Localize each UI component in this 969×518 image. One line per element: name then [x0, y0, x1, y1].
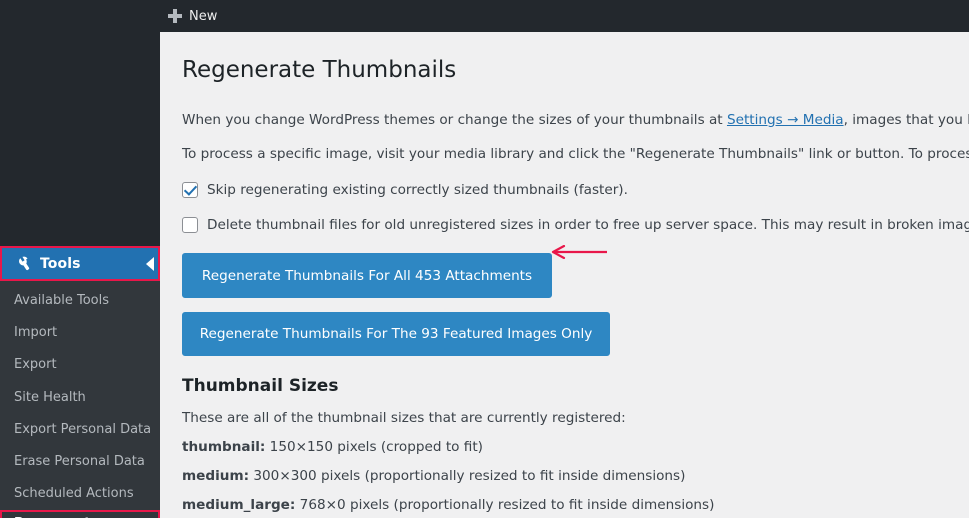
- sidebar-item-regenerate-thumbnails[interactable]: Regenerate Thumbnails: [0, 510, 160, 518]
- size-name: medium:: [182, 468, 250, 485]
- main-content: Regenerate Thumbnails When you change Wo…: [160, 32, 969, 518]
- sidebar-item-erase-personal-data[interactable]: Erase Personal Data: [0, 446, 160, 478]
- collapse-left-arrow-icon[interactable]: [146, 256, 154, 271]
- thumbnail-size-row: medium: 300×300 pixels (proportionally r…: [182, 468, 969, 484]
- thumbnail-size-row: thumbnail: 150×150 pixels (cropped to fi…: [182, 439, 969, 455]
- page-title: Regenerate Thumbnails: [182, 57, 457, 83]
- sidebar-item-tools-label: Tools: [40, 255, 81, 272]
- settings-media-link[interactable]: Settings → Media: [727, 112, 844, 128]
- admin-sidebar: Tools Available Tools Import Export Site…: [0, 32, 160, 518]
- thumbnail-size-row: medium_large: 768×0 pixels (proportional…: [182, 497, 969, 513]
- sidebar-item-export-personal-data[interactable]: Export Personal Data: [0, 414, 160, 446]
- sidebar-item-site-health[interactable]: Site Health: [0, 382, 160, 414]
- intro-1-before: When you change WordPress themes or chan…: [182, 111, 727, 128]
- intro-paragraph-2: To process a specific image, visit your …: [182, 146, 969, 163]
- wrench-icon: [11, 255, 31, 273]
- regenerate-all-attachments-button[interactable]: Regenerate Thumbnails For All 453 Attach…: [182, 253, 552, 299]
- plus-icon: [168, 9, 182, 23]
- sidebar-item-available-tools[interactable]: Available Tools: [0, 285, 160, 317]
- sidebar-upper-spacer: [0, 32, 160, 246]
- sidebar-submenu: Available Tools Import Export Site Healt…: [0, 281, 160, 518]
- skip-regenerating-checkbox-row[interactable]: Skip regenerating existing correctly siz…: [182, 181, 969, 199]
- sidebar-item-tools[interactable]: Tools: [0, 246, 160, 281]
- intro-1-after: , images that you have previously upload…: [843, 111, 969, 128]
- size-detail: 768×0 pixels (proportionally resized to …: [295, 497, 715, 514]
- sidebar-item-import[interactable]: Import: [0, 317, 160, 349]
- size-name: thumbnail:: [182, 439, 266, 456]
- thumbnail-sizes-title: Thumbnail Sizes: [182, 376, 339, 397]
- regenerate-featured-images-button[interactable]: Regenerate Thumbnails For The 93 Feature…: [182, 312, 610, 357]
- skip-regenerating-checkbox[interactable]: [182, 181, 198, 198]
- size-detail: 300×300 pixels (proportionally resized t…: [249, 468, 686, 485]
- admin-bar: New: [0, 0, 969, 32]
- size-name: medium_large:: [182, 497, 296, 514]
- new-content-button[interactable]: New: [168, 0, 217, 32]
- new-content-label: New: [189, 8, 218, 24]
- delete-thumbnails-label: Delete thumbnail files for old unregiste…: [207, 217, 969, 234]
- skip-regenerating-label: Skip regenerating existing correctly siz…: [207, 181, 628, 198]
- thumbnail-sizes-intro: These are all of the thumbnail sizes tha…: [182, 410, 626, 427]
- delete-thumbnails-checkbox[interactable]: [182, 217, 198, 234]
- sidebar-item-export[interactable]: Export: [0, 349, 160, 381]
- size-detail: 150×150 pixels (cropped to fit): [265, 439, 483, 456]
- intro-paragraph-1: When you change WordPress themes or chan…: [182, 110, 969, 130]
- sidebar-item-scheduled-actions[interactable]: Scheduled Actions: [0, 478, 160, 510]
- wordpress-admin-screen: New Tools Available Tools Import Export …: [0, 0, 969, 518]
- delete-thumbnails-checkbox-row[interactable]: Delete thumbnail files for old unregiste…: [182, 216, 969, 234]
